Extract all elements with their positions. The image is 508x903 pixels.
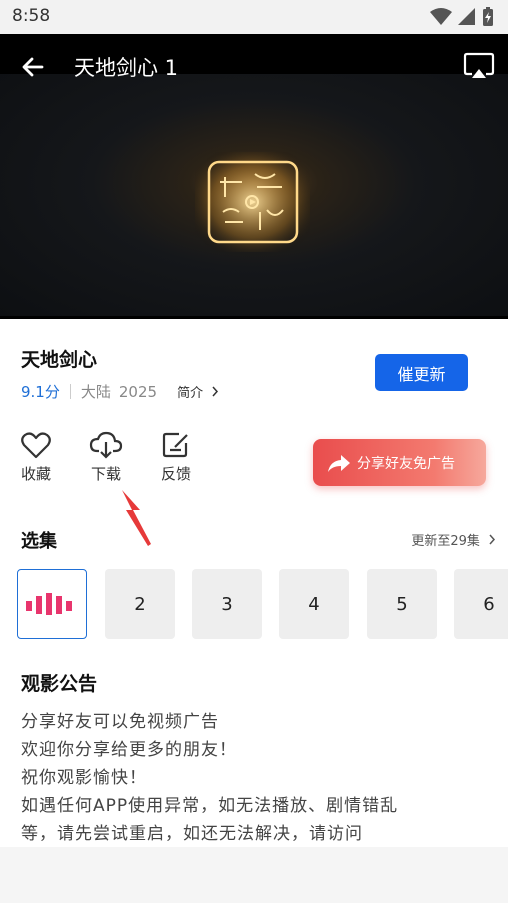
share-no-ads-button[interactable]: 分享好友免广告 [313, 439, 486, 486]
cast-icon[interactable] [463, 52, 495, 80]
feedback-label: 反馈 [160, 465, 191, 483]
chevron-right-icon [489, 534, 496, 545]
annotation-arrow-icon [122, 490, 151, 546]
episode-item-1[interactable] [17, 569, 87, 639]
intro-link[interactable]: 简介 [177, 382, 219, 401]
request-update-button[interactable]: 催更新 [375, 354, 468, 391]
battery-charging-icon [483, 7, 493, 26]
feedback-button[interactable]: 反馈 [154, 431, 198, 484]
playing-bars-icon [26, 593, 72, 615]
status-bar: 8:58 [0, 0, 508, 34]
show-meta: 9.1分 大陆 2025 简介 [21, 381, 219, 402]
detail-panel: 天地剑心 9.1分 大陆 2025 简介 催更新 收藏 下载 反馈 分享好友免广… [0, 319, 508, 847]
notice-line: 祝你观影愉快！ [21, 768, 147, 788]
score-badge: 9.1分 [21, 383, 60, 401]
favorite-button[interactable]: 收藏 [14, 431, 58, 484]
episodes-title: 选集 [21, 531, 57, 552]
wifi-icon [430, 8, 452, 25]
intro-label: 简介 [177, 386, 204, 401]
notice-title: 观影公告 [21, 673, 98, 695]
share-label: 分享好友免广告 [357, 455, 455, 472]
episode-list: 2 3 4 5 6 [17, 569, 508, 639]
episode-item-6[interactable]: 6 [454, 569, 508, 639]
episode-item-3[interactable]: 3 [192, 569, 262, 639]
notice-line: 欢迎你分享给更多的朋友！ [21, 740, 237, 760]
download-label: 下载 [90, 465, 121, 483]
show-title: 天地剑心 [21, 349, 98, 371]
status-icons [430, 7, 494, 27]
download-button[interactable]: 下载 [84, 431, 128, 484]
episode-item-4[interactable]: 4 [279, 569, 349, 639]
player-title: 天地剑心 1 [74, 56, 179, 80]
notice-line: 分享好友可以免视频广告 [21, 712, 219, 732]
episode-item-2[interactable]: 2 [105, 569, 175, 639]
notice-line: 如遇任何APP使用异常，如无法播放、剧情错乱 [21, 796, 399, 816]
meta-divider [69, 384, 71, 399]
year-label: 2025 [118, 382, 158, 401]
episodes-update-link[interactable]: 更新至29集 [411, 530, 496, 549]
signal-icon [458, 8, 475, 25]
notice-line: 等，请先尝试重启，如还无法解决，请访问 [21, 824, 363, 844]
notice-body: 分享好友可以免视频广告 欢迎你分享给更多的朋友！ 祝你观影愉快！ 如遇任何APP… [21, 708, 491, 848]
back-arrow-icon[interactable] [18, 52, 48, 82]
episode-item-5[interactable]: 5 [367, 569, 437, 639]
share-arrow-icon [328, 454, 350, 472]
feedback-edit-icon [162, 432, 188, 458]
heart-icon [21, 432, 51, 459]
update-info-label: 更新至29集 [411, 534, 480, 549]
video-player[interactable]: 天地剑心 1 [0, 34, 508, 319]
status-time: 8:58 [12, 6, 51, 26]
cloud-download-icon [89, 431, 123, 459]
video-frame [0, 74, 508, 316]
region-label: 大陆 [80, 383, 111, 401]
favorite-label: 收藏 [20, 465, 51, 483]
video-logo-icon [195, 152, 310, 252]
chevron-right-icon [212, 386, 219, 397]
